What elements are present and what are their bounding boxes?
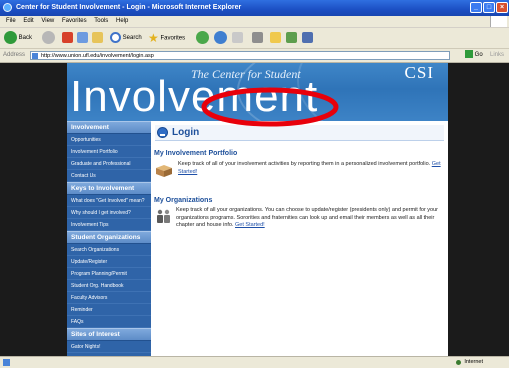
sidebar-item-involvement-portfolio[interactable]: Involvement Portfolio	[67, 146, 151, 158]
menu-bar: File Edit View Favorites Tools Help	[0, 16, 509, 28]
refresh-button[interactable]	[77, 31, 88, 45]
menu-help[interactable]: Help	[116, 18, 128, 24]
security-zone: Internet	[464, 359, 483, 365]
organizations-get-started-link[interactable]: Get Started!	[235, 222, 265, 228]
media-button[interactable]	[196, 31, 209, 45]
portfolio-heading: My Involvement Portfolio	[154, 150, 238, 157]
sidebar-item-search-orgs[interactable]: Search Organizations	[67, 244, 151, 256]
arrow-circle-icon	[157, 127, 168, 138]
sidebar-item-opportunities[interactable]: Opportunities	[67, 134, 151, 146]
menu-tools[interactable]: Tools	[94, 18, 108, 24]
organizations-heading: My Organizations	[154, 197, 213, 204]
highlight-ellipse	[201, 87, 339, 127]
window-title-bar[interactable]: Center for Student Involvement - Login -…	[0, 0, 509, 16]
stop-icon	[62, 31, 73, 43]
portfolio-description: Keep track of all of your involvement ac…	[178, 161, 441, 175]
menu-favorites[interactable]: Favorites	[62, 18, 87, 24]
menu-view[interactable]: View	[41, 18, 54, 24]
research-button[interactable]	[302, 31, 313, 45]
star-icon: ★	[148, 31, 159, 45]
print-icon	[252, 31, 263, 43]
page-status-icon	[3, 359, 10, 366]
forward-button[interactable]	[42, 31, 55, 45]
refresh-icon	[77, 31, 88, 43]
home-button[interactable]	[92, 31, 103, 45]
people-icon	[157, 209, 170, 223]
sidebar-heading-keys: Keys to Involvement	[67, 182, 151, 195]
back-arrow-icon	[4, 31, 17, 44]
go-button[interactable]: Go	[465, 50, 483, 61]
sidebar-item-reminder[interactable]: Reminder	[67, 304, 151, 316]
sidebar-item-involvement-tips[interactable]: Involvement Tips	[67, 219, 151, 231]
sidebar-item-graduate-professional[interactable]: Graduate and Professional	[67, 158, 151, 170]
favorites-button[interactable]: ★ Favorites	[148, 31, 185, 45]
menu-file[interactable]: File	[6, 18, 16, 24]
status-bar: Internet	[0, 356, 509, 368]
sidebar-heading-involvement: Involvement	[67, 121, 151, 134]
standard-toolbar: Back Search ★ Favorites	[0, 28, 509, 49]
messenger-button[interactable]	[286, 31, 297, 45]
csi-logo[interactable]: CSI	[405, 63, 434, 83]
sidebar-item-update-register[interactable]: Update/Register	[67, 256, 151, 268]
sidebar-heading-sites: Sites of Interest	[67, 328, 151, 341]
page-title: Login	[172, 127, 200, 138]
main-content: Login My Involvement Portfolio Keep trac…	[151, 121, 448, 356]
mail-button[interactable]	[232, 31, 243, 45]
stop-button[interactable]	[62, 31, 73, 45]
sidebar-item-contact-us[interactable]: Contact Us	[67, 170, 151, 182]
window-title: Center for Student Involvement - Login -…	[16, 4, 242, 11]
folder-button[interactable]	[270, 31, 281, 45]
sidebar-item-why-get-involved[interactable]: Why should I get involved?	[67, 207, 151, 219]
history-button[interactable]	[214, 31, 227, 45]
search-button[interactable]: Search	[110, 31, 142, 45]
page-icon	[32, 53, 38, 59]
maximize-button[interactable]: □	[483, 2, 495, 13]
address-bar: Address http://www.union.ufl.edu/involve…	[0, 49, 509, 63]
search-icon	[110, 31, 121, 43]
media-icon	[196, 31, 209, 44]
back-button[interactable]: Back	[4, 31, 32, 45]
address-label: Address	[3, 52, 26, 58]
print-button[interactable]	[252, 31, 263, 45]
address-input[interactable]: http://www.union.ufl.edu/involvement/log…	[30, 51, 450, 60]
menu-edit[interactable]: Edit	[23, 18, 33, 24]
organizations-description: Keep track of all your organizations. Yo…	[176, 207, 439, 228]
links-button[interactable]: Links	[490, 49, 504, 62]
sidebar-item-program-planning[interactable]: Program Planning/Permit	[67, 268, 151, 280]
internet-zone-icon	[456, 360, 461, 365]
windows-logo-icon	[490, 16, 507, 27]
close-button[interactable]: ×	[496, 2, 508, 13]
mail-icon	[232, 31, 243, 43]
sidebar-item-faqs[interactable]: FAQs	[67, 316, 151, 328]
sidebar-item-faculty-advisors[interactable]: Faculty Advisors	[67, 292, 151, 304]
home-icon	[92, 31, 103, 43]
messenger-icon	[286, 31, 297, 43]
address-url: http://www.union.ufl.edu/involvement/log…	[41, 53, 154, 59]
minimize-button[interactable]: _	[470, 2, 482, 13]
history-icon	[214, 31, 227, 44]
forward-arrow-icon	[42, 31, 55, 44]
sidebar-item-what-get-involved[interactable]: What does "Get Involved" mean?	[67, 195, 151, 207]
internet-explorer-icon	[3, 3, 12, 12]
go-arrow-icon	[465, 50, 473, 59]
box-icon	[156, 165, 172, 177]
sidebar-item-gator-nights[interactable]: Gator Nights!	[67, 341, 151, 353]
sidebar-nav: Involvement Opportunities Involvement Po…	[67, 121, 151, 356]
folder-icon	[270, 31, 281, 43]
sidebar-heading-student-orgs: Student Organizations	[67, 231, 151, 244]
sidebar-item-handbook[interactable]: Student Org. Handbook	[67, 280, 151, 292]
research-icon	[302, 31, 313, 43]
